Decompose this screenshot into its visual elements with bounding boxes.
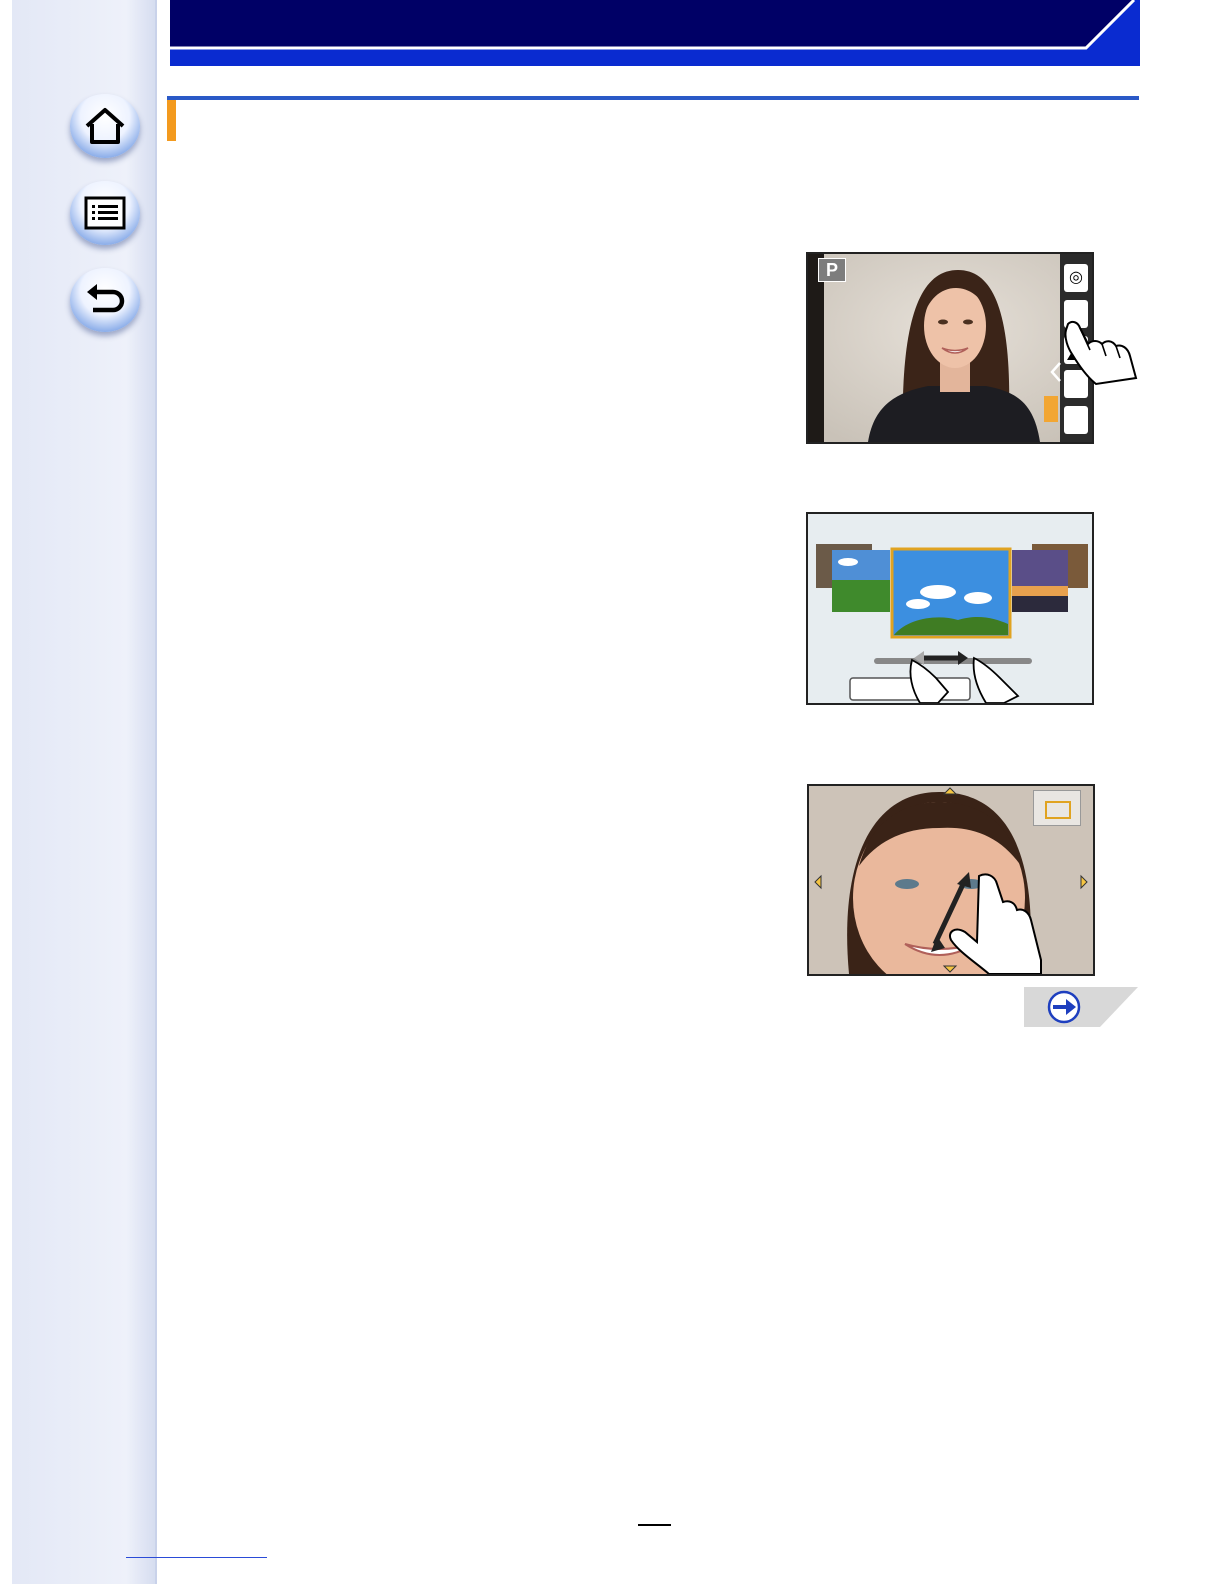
mode-badge: P <box>818 258 846 282</box>
return-icon <box>87 284 125 313</box>
zoom-frame-indicator <box>1033 790 1081 826</box>
face-zoom-illustration <box>807 784 1095 976</box>
arrow-right-icon[interactable] <box>1079 874 1089 890</box>
header-bar <box>170 0 1140 66</box>
footer-link-rule <box>126 1557 267 1558</box>
page-number-rule <box>638 1524 671 1526</box>
orange-tab <box>1044 396 1058 422</box>
blank-tab-2[interactable] <box>1064 406 1088 434</box>
twilight-thumbnail <box>1012 550 1068 612</box>
recording-screen-illustration: P ◎ <box>806 252 1094 444</box>
aperture-icon[interactable]: ◎ <box>1064 264 1088 292</box>
touch-hand-icon <box>1064 320 1138 386</box>
home-icon <box>85 108 125 144</box>
list-icon <box>84 196 126 230</box>
menu-button[interactable] <box>70 181 140 245</box>
pinch-hand-icon <box>931 872 1042 974</box>
arrow-up-icon[interactable] <box>942 786 958 796</box>
field-thumbnail <box>832 550 890 612</box>
home-button[interactable] <box>70 94 140 158</box>
scene-select-illustration <box>806 512 1094 705</box>
section-rule <box>167 96 1139 100</box>
next-page-button[interactable] <box>1024 987 1138 1027</box>
back-button[interactable] <box>70 268 140 332</box>
sky-thumbnail-selected <box>890 547 1012 639</box>
section-marker <box>167 100 176 141</box>
arrow-left-icon[interactable] <box>813 874 823 890</box>
